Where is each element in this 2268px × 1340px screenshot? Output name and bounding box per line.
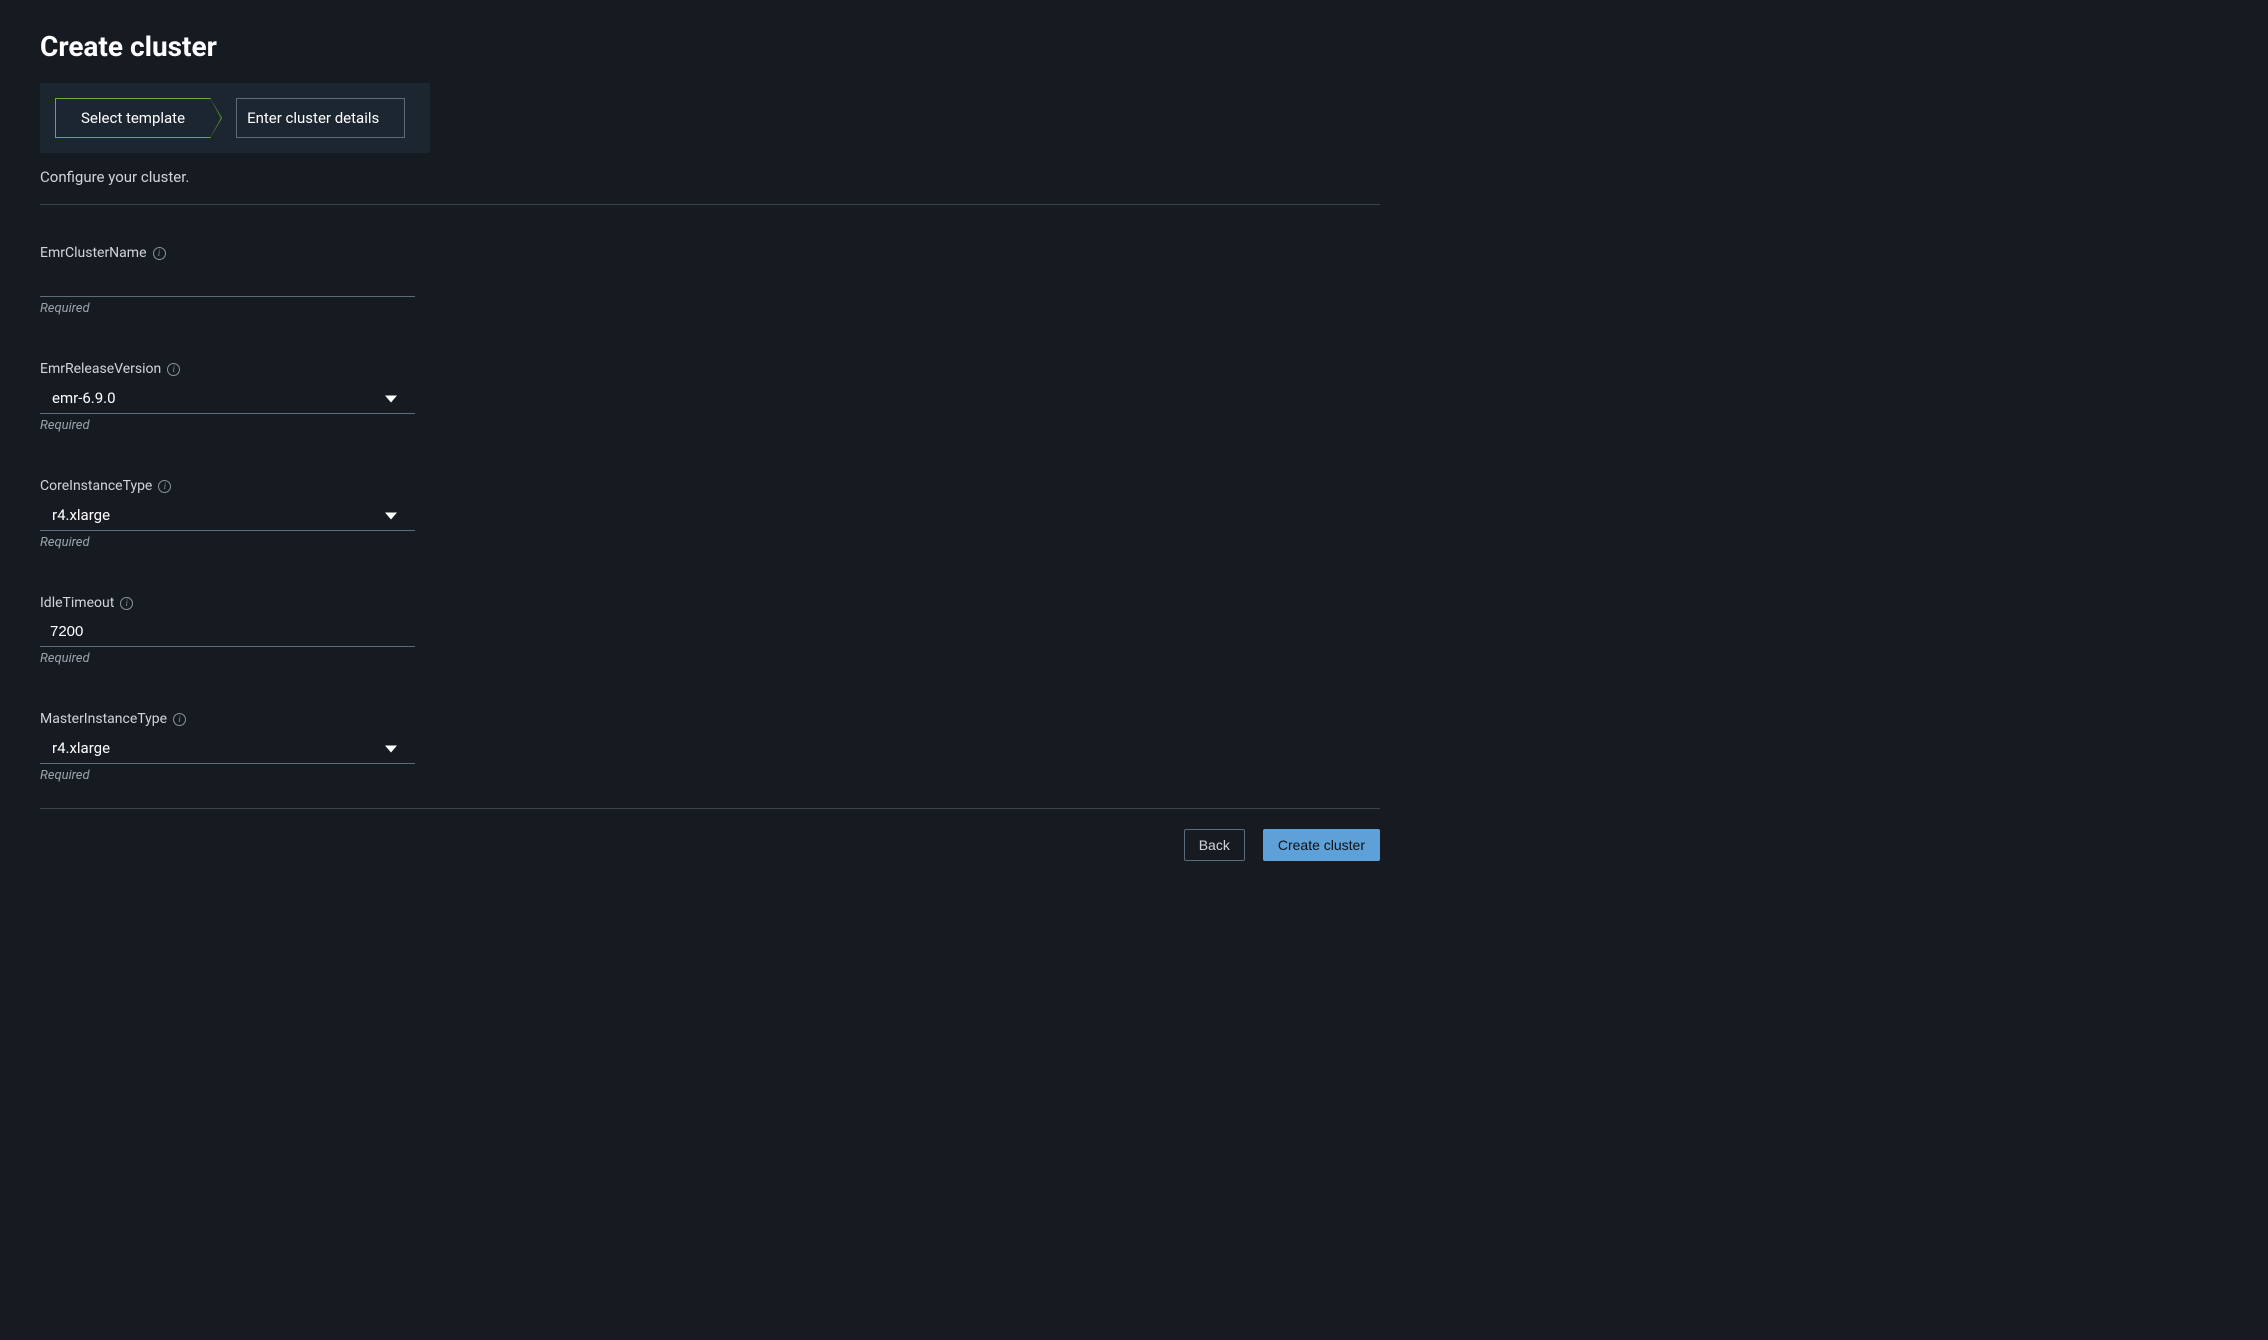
info-icon[interactable]: i <box>153 247 166 260</box>
create-cluster-button[interactable]: Create cluster <box>1263 829 1380 861</box>
info-icon[interactable]: i <box>173 713 186 726</box>
release-version-label: EmrReleaseVersion <box>40 361 161 377</box>
wizard-step-select-template[interactable]: Select template <box>55 98 211 138</box>
core-instance-type-helper: Required <box>40 535 1380 550</box>
cluster-name-input[interactable] <box>40 267 415 297</box>
form-group-idle-timeout: IdleTimeout i Required <box>40 595 1380 666</box>
core-instance-type-select[interactable]: r4.xlarge <box>40 500 415 531</box>
form-group-cluster-name: EmrClusterName i Required <box>40 245 1380 316</box>
wizard-step-label: Enter cluster details <box>247 109 379 127</box>
footer-actions: Back Create cluster <box>40 829 1380 861</box>
form-group-release-version: EmrReleaseVersion i emr-6.9.0 Required <box>40 361 1380 433</box>
divider <box>40 204 1380 205</box>
release-version-helper: Required <box>40 418 1380 433</box>
master-instance-type-helper: Required <box>40 768 1380 783</box>
wizard-step-enter-details[interactable]: Enter cluster details <box>236 98 405 138</box>
form-group-core-instance-type: CoreInstanceType i r4.xlarge Required <box>40 478 1380 550</box>
master-instance-type-select[interactable]: r4.xlarge <box>40 733 415 764</box>
back-button[interactable]: Back <box>1184 829 1245 861</box>
release-version-select[interactable]: emr-6.9.0 <box>40 383 415 414</box>
idle-timeout-helper: Required <box>40 651 1380 666</box>
cluster-name-helper: Required <box>40 301 1380 316</box>
info-icon[interactable]: i <box>167 363 180 376</box>
idle-timeout-input[interactable] <box>40 617 415 647</box>
cluster-name-label: EmrClusterName <box>40 245 147 261</box>
info-icon[interactable]: i <box>158 480 171 493</box>
core-instance-type-label: CoreInstanceType <box>40 478 152 494</box>
wizard-navigation: Select template Enter cluster details <box>40 83 430 153</box>
idle-timeout-label: IdleTimeout <box>40 595 114 611</box>
form-group-master-instance-type: MasterInstanceType i r4.xlarge Required <box>40 711 1380 783</box>
info-icon[interactable]: i <box>120 597 133 610</box>
wizard-step-label: Select template <box>81 109 185 127</box>
page-subtitle: Configure your cluster. <box>40 168 1380 186</box>
page-title: Create cluster <box>40 30 1380 63</box>
divider <box>40 808 1380 809</box>
master-instance-type-label: MasterInstanceType <box>40 711 167 727</box>
